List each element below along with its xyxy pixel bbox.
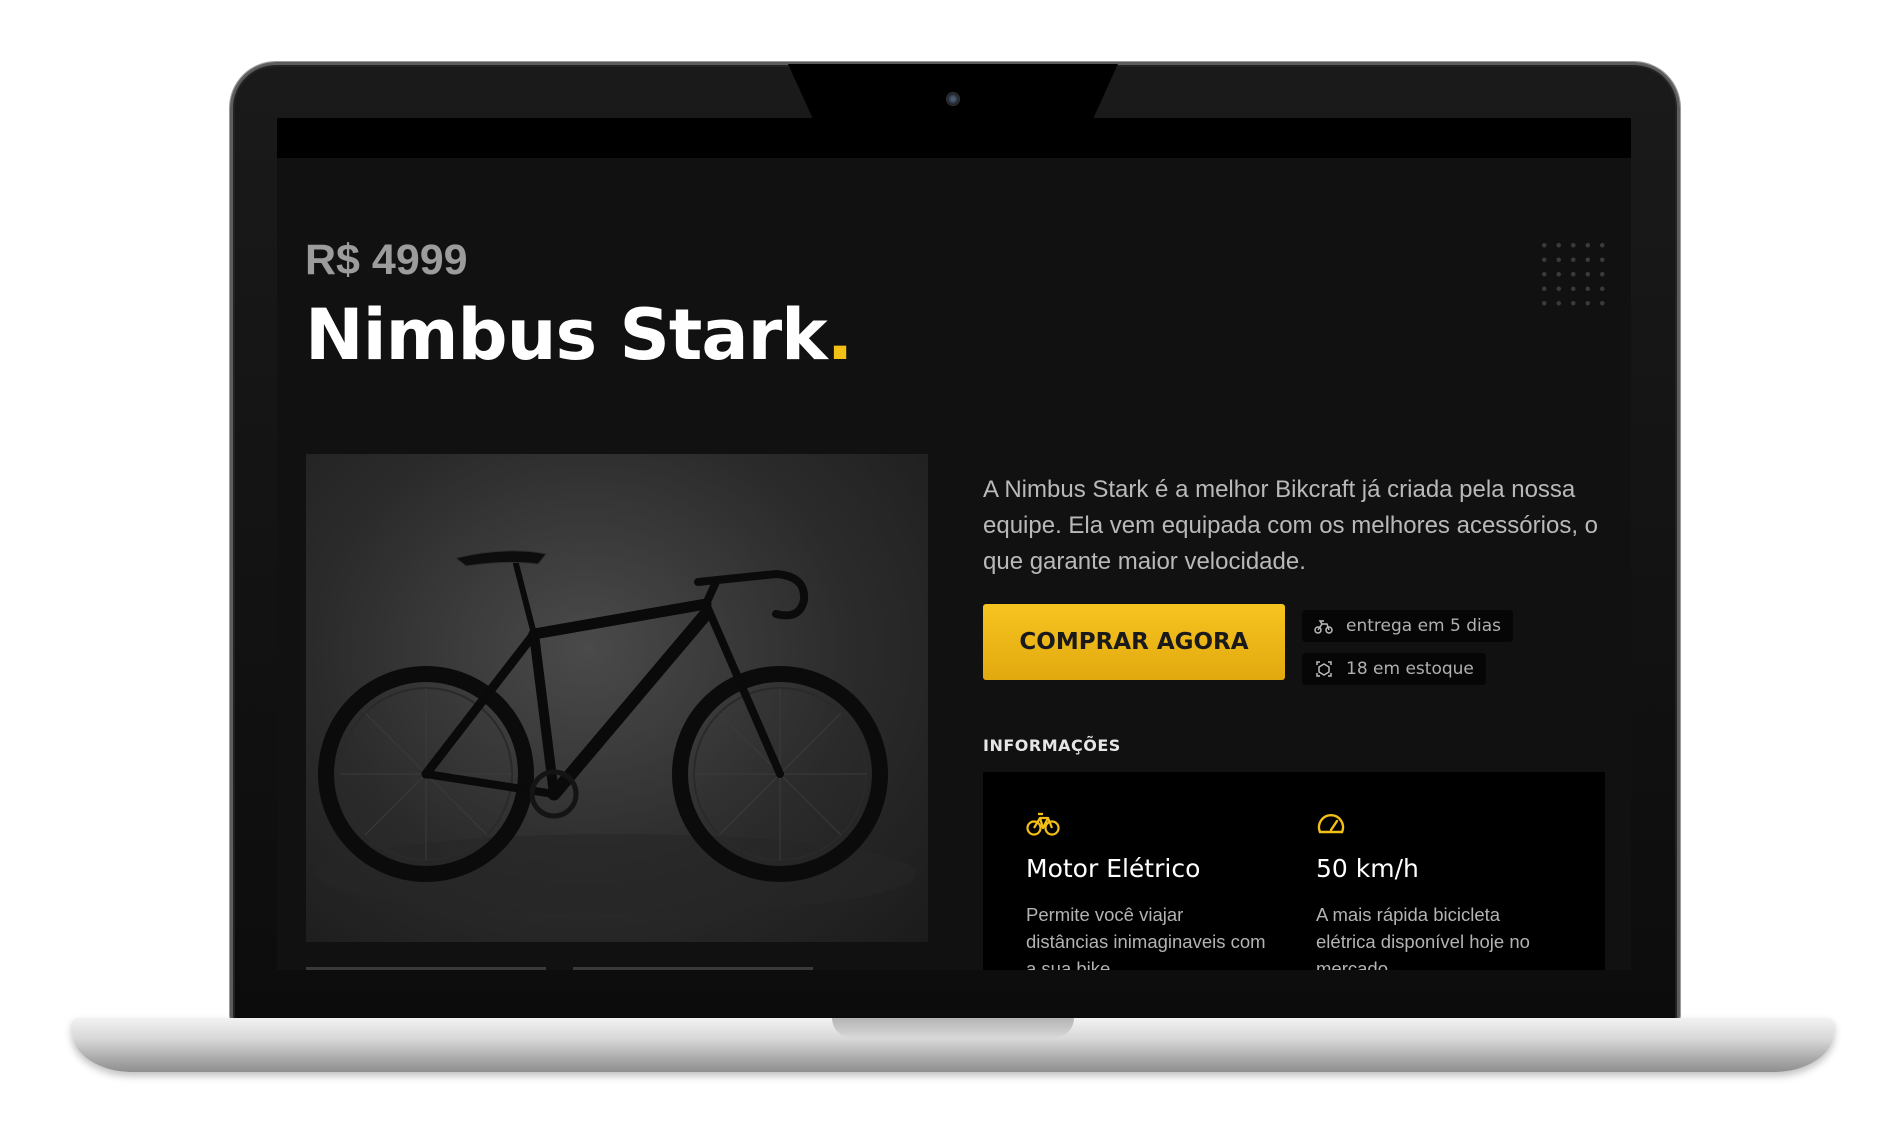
stock-icon	[1316, 661, 1332, 677]
camera-icon	[946, 92, 960, 106]
feature-item: Motor Elétrico Permite você viajar distâ…	[1026, 810, 1266, 970]
product-name: Nimbus Stark	[305, 294, 828, 376]
product-image[interactable]	[306, 454, 928, 942]
info-panel: Motor Elétrico Permite você viajar distâ…	[983, 772, 1605, 970]
product-price: R$ 4999	[305, 236, 468, 284]
feature-item: 50 km/h A mais rápida bicicleta elétrica…	[1316, 810, 1556, 970]
stock-label: 18 em estoque	[1346, 659, 1474, 679]
browser-top-bar	[277, 118, 1631, 158]
laptop-base-notch	[832, 1018, 1074, 1038]
feature-title: Motor Elétrico	[1026, 854, 1201, 883]
bike-electric-icon	[1026, 812, 1060, 836]
stock-tag: 18 em estoque	[1302, 653, 1486, 685]
title-accent-dot: .	[826, 294, 854, 376]
delivery-label: entrega em 5 dias	[1346, 616, 1502, 636]
gallery-thumbnail[interactable]	[573, 967, 813, 970]
delivery-icon	[1314, 620, 1333, 634]
delivery-tag: entrega em 5 dias	[1302, 610, 1514, 642]
feature-text: Permite você viajar distâncias inimagina…	[1026, 904, 1266, 970]
feature-text: A mais rápida bicicleta elétrica disponí…	[1316, 904, 1530, 970]
feature-title: 50 km/h	[1316, 854, 1419, 883]
dot-grid-decoration	[1537, 238, 1609, 310]
product-page: R$ 4999 Nimbus Stark. A Nimbus Stark é a…	[277, 118, 1631, 970]
info-heading: INFORMAÇÕES	[983, 736, 1121, 755]
buy-now-button[interactable]: COMPRAR AGORA	[983, 604, 1285, 680]
gallery-thumbnail[interactable]	[306, 967, 546, 970]
product-description: A Nimbus Stark é a melhor Bikcraft já cr…	[983, 476, 1598, 575]
speedometer-icon	[1317, 814, 1345, 834]
product-title: Nimbus Stark.	[305, 294, 854, 376]
bicycle-photo	[316, 550, 916, 914]
laptop-mockup: R$ 4999 Nimbus Stark. A Nimbus Stark é a…	[0, 0, 1895, 1139]
